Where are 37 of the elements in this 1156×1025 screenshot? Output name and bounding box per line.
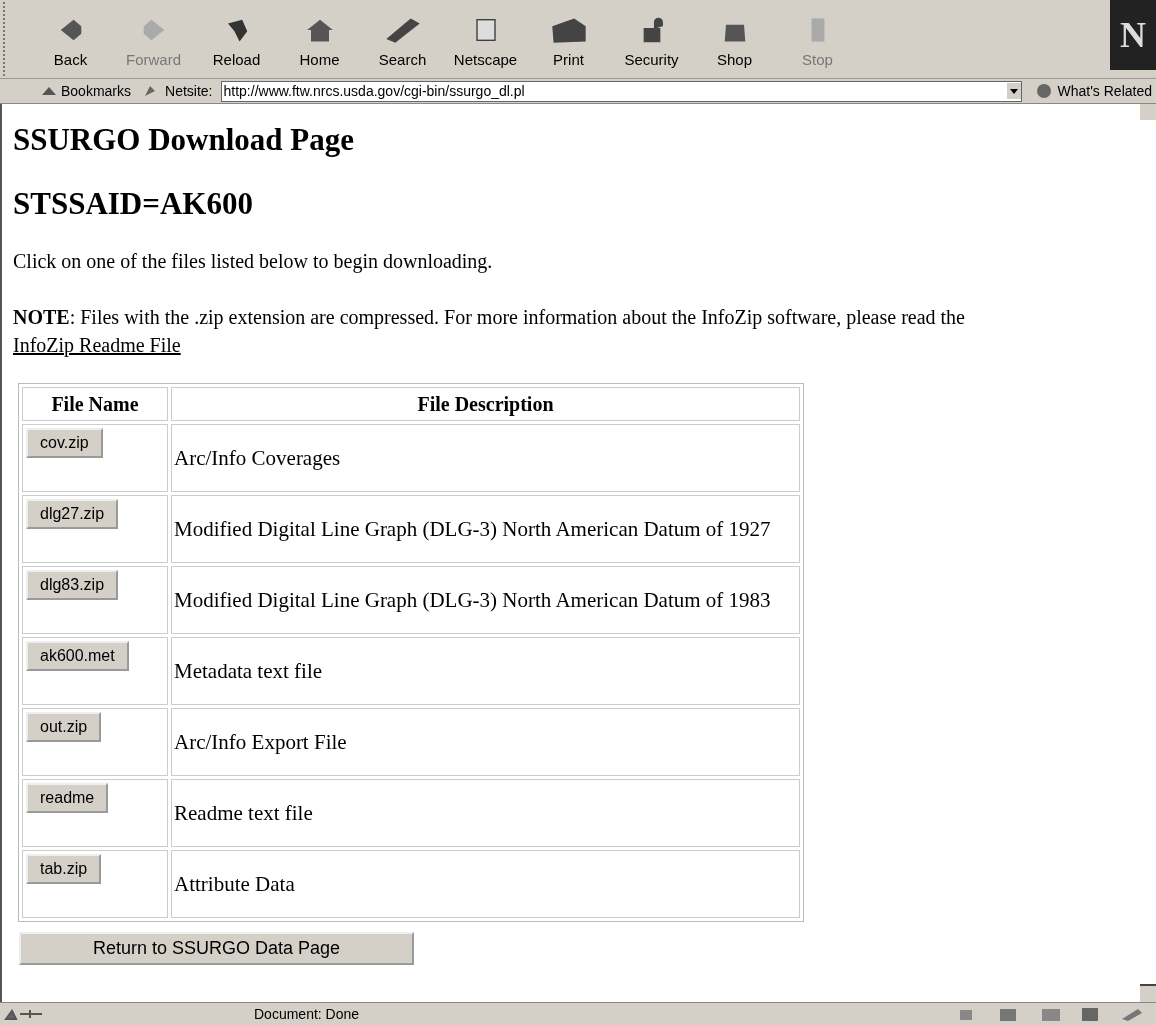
browser-logo: N bbox=[1110, 0, 1156, 70]
return-button[interactable]: Return to SSURGO Data Page bbox=[19, 932, 414, 965]
toolbar-button[interactable]: Reload bbox=[195, 0, 278, 78]
table-cell: Arc/Info Export File bbox=[171, 708, 800, 776]
file-button[interactable]: tab.zip bbox=[26, 854, 102, 884]
file-button[interactable]: dlg83.zip bbox=[26, 570, 119, 600]
note-text: NOTE: Files with the .zip extension are compressed. For more information about the InfoZip software, please read the bbox=[13, 306, 965, 328]
table-cell: Modified Digital Line Graph (DLG-3) North American Datum of 1927 bbox=[171, 495, 800, 563]
page-subtitle: STSSAID=AK600 bbox=[13, 186, 254, 222]
toolbar-button[interactable]: Back bbox=[29, 0, 112, 78]
toolbar-button[interactable]: Security bbox=[610, 0, 693, 78]
file-button[interactable]: readme bbox=[26, 783, 109, 813]
table-cell: Arc/Info Coverages bbox=[171, 424, 800, 492]
dropdown-icon[interactable] bbox=[1006, 83, 1021, 99]
url-field[interactable]: http://www.ftw.nrcs.usda.gov/cgi-bin/ssurgo_dl.pl bbox=[220, 80, 1022, 102]
intro-text: Click on one of the files listed below to begin downloading. bbox=[13, 250, 494, 273]
column-header: File Name bbox=[22, 387, 168, 421]
table-cell: Attribute Data bbox=[171, 850, 800, 918]
whats-related-button[interactable]: What's Related bbox=[1029, 83, 1156, 99]
toolbar-button[interactable]: Search bbox=[361, 0, 444, 78]
table-cell: Modified Digital Line Graph (DLG-3) North American Datum of 1983 bbox=[171, 566, 800, 634]
column-header: File Description bbox=[171, 387, 800, 421]
toolbar-button[interactable]: Home bbox=[278, 0, 361, 78]
toolbar-button[interactable]: Netscape bbox=[444, 0, 527, 78]
status-text: Document: Done bbox=[254, 1006, 360, 1022]
table-cell: Readme text file bbox=[171, 779, 800, 847]
page-title: SSURGO Download Page bbox=[13, 122, 356, 158]
bookmarks-button[interactable]: Bookmarks bbox=[37, 83, 136, 99]
file-button[interactable]: ak600.met bbox=[26, 641, 129, 671]
table-cell: Metadata text file bbox=[171, 637, 800, 705]
toolbar-button[interactable]: Print bbox=[527, 0, 610, 78]
file-button[interactable]: dlg27.zip bbox=[26, 499, 119, 529]
readme-link[interactable]: InfoZip Readme File bbox=[13, 334, 181, 356]
location-label: Netsite: bbox=[165, 83, 213, 99]
toolbar-button[interactable]: Shop bbox=[693, 0, 776, 78]
file-button[interactable]: out.zip bbox=[26, 712, 102, 742]
file-button[interactable]: cov.zip bbox=[26, 428, 103, 458]
